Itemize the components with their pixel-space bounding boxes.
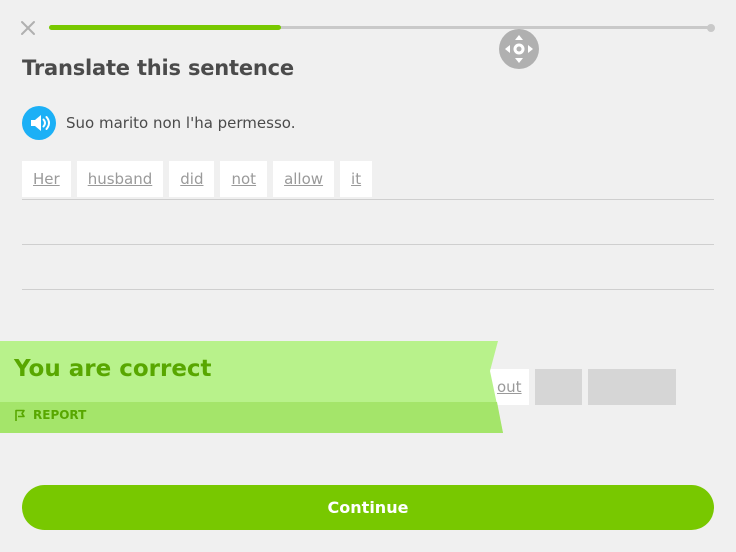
answer-tiles: Her husband did not allow it xyxy=(22,161,714,197)
progress-fill xyxy=(49,25,281,30)
close-icon[interactable] xyxy=(19,19,37,37)
progress-end-dot xyxy=(707,23,715,32)
answer-tile[interactable]: did xyxy=(169,161,215,197)
feedback-message: You are correct xyxy=(14,356,212,382)
speaker-icon[interactable] xyxy=(22,106,56,140)
continue-button[interactable]: Continue xyxy=(22,485,714,530)
word-bank: out xyxy=(490,369,676,405)
answer-tile[interactable]: it xyxy=(340,161,373,197)
report-button[interactable]: REPORT xyxy=(14,408,86,422)
answer-tile[interactable]: not xyxy=(220,161,268,197)
answer-tile[interactable]: Her xyxy=(22,161,71,197)
move-handle-icon[interactable] xyxy=(499,29,539,69)
progress-bar xyxy=(49,23,715,32)
flag-icon xyxy=(15,409,25,421)
prompt-sentence: Suo marito non l'ha permesso. xyxy=(66,114,296,132)
answer-tile[interactable]: allow xyxy=(273,161,335,197)
feedback-banner: You are correct REPORT xyxy=(0,341,503,433)
word-bank-tile-placeholder xyxy=(587,369,676,405)
exercise-title: Translate this sentence xyxy=(22,56,294,80)
answer-line xyxy=(22,244,714,245)
word-bank-tile-placeholder xyxy=(534,369,582,405)
answer-tile[interactable]: husband xyxy=(76,161,164,197)
answer-area: Her husband did not allow it xyxy=(22,161,714,197)
report-label: REPORT xyxy=(33,408,87,422)
answer-line xyxy=(22,199,714,200)
answer-line xyxy=(22,289,714,290)
